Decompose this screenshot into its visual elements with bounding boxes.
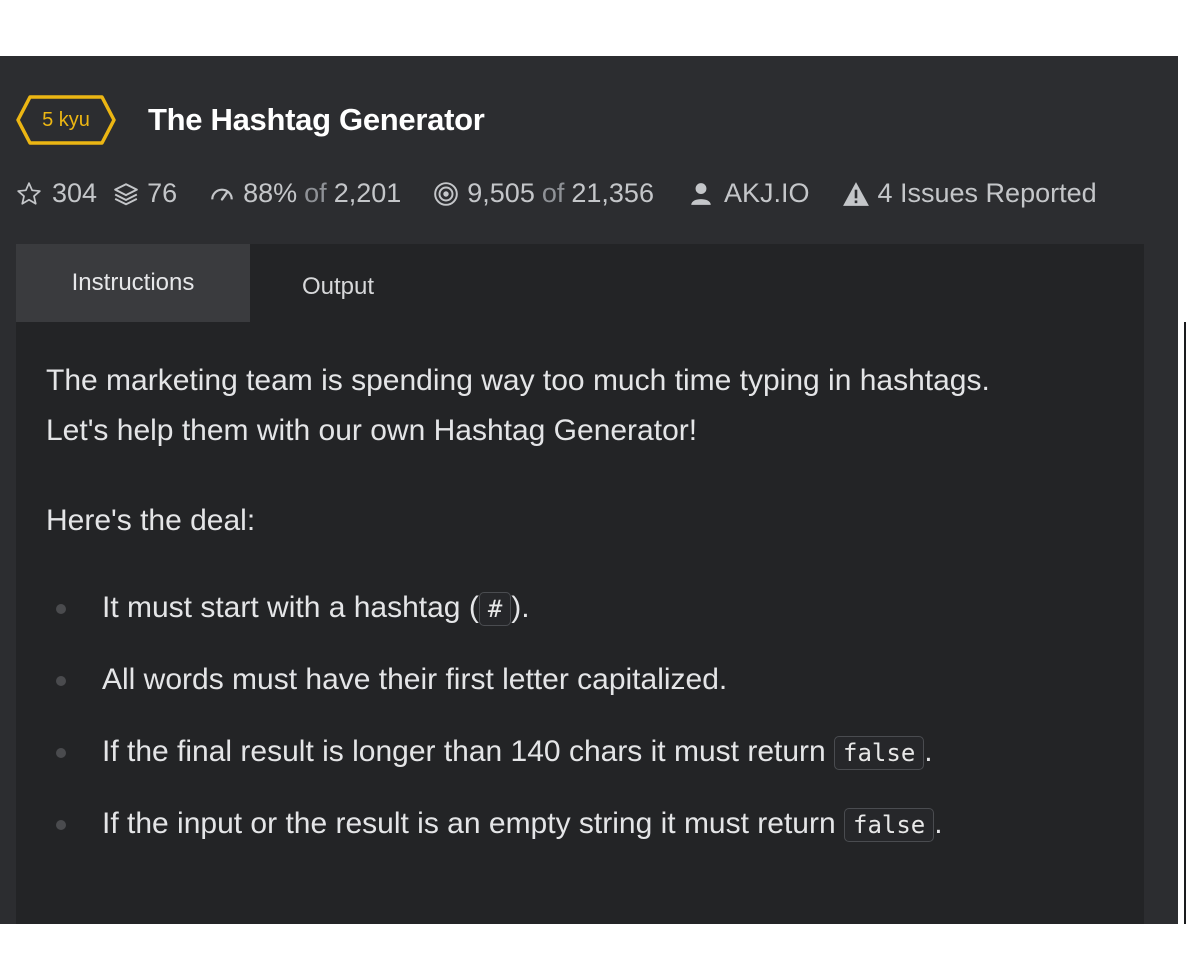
rank-badge: 5 kyu <box>16 94 116 146</box>
satisfaction-of: of <box>304 178 327 208</box>
attempts-count: 21,356 <box>571 178 654 208</box>
intro-line-2: Let's help them with our own Hashtag Gen… <box>46 414 698 447</box>
list-item: If the final result is longer than 140 c… <box>46 730 1116 802</box>
rule-text-end: ). <box>511 591 530 624</box>
inline-code: false <box>834 736 925 770</box>
rules-list: It must start with a hashtag (#). All wo… <box>46 586 1116 874</box>
rule-text: If the input or the result is an empty s… <box>102 807 844 840</box>
list-item: All words must have their first letter c… <box>46 658 1116 730</box>
target-icon <box>434 181 459 206</box>
completed-stat: 9,505 of 21,356 <box>433 178 654 209</box>
author-name: AKJ.IO <box>723 178 810 208</box>
bullet-icon <box>56 604 66 614</box>
deal-heading: Here's the deal: <box>46 504 256 537</box>
inline-code: false <box>844 808 935 842</box>
stars-stat[interactable]: 304 <box>16 178 97 209</box>
tab-instructions[interactable]: Instructions <box>16 244 250 322</box>
warning-icon <box>842 181 869 206</box>
kata-header: 5 kyu The Hashtag Generator <box>16 94 485 146</box>
tab-bar: Instructions Output <box>16 244 1144 322</box>
bullet-icon <box>56 748 66 758</box>
rule-text-end: . <box>924 735 933 768</box>
satisfaction-votes: 2,201 <box>333 178 402 208</box>
collections-stat[interactable]: 76 <box>113 178 177 209</box>
inline-code: # <box>478 592 512 626</box>
gauge-icon <box>211 188 233 201</box>
star-outline-icon <box>17 181 41 205</box>
stars-count: 304 <box>52 178 98 208</box>
tab-output[interactable]: Output <box>250 244 426 326</box>
bullet-icon <box>56 820 66 830</box>
rule-text-end: . <box>934 807 943 840</box>
user-icon <box>691 182 711 205</box>
completed-of: of <box>541 178 565 208</box>
layers-icon <box>114 182 138 205</box>
intro-line-1: The marketing team is spending way too m… <box>46 364 990 397</box>
rule-text: All words must have their first letter c… <box>102 663 728 696</box>
satisfaction-percent: 88% <box>243 178 298 208</box>
bullet-icon <box>56 676 66 686</box>
author-stat[interactable]: AKJ.IO <box>688 178 810 209</box>
description-box: Instructions Output The marketing team i… <box>16 244 1144 924</box>
instructions-content: The marketing team is spending way too m… <box>46 356 1116 874</box>
rank-label: 5 kyu <box>42 108 90 131</box>
list-item: If the input or the result is an empty s… <box>46 802 1116 874</box>
rule-text: If the final result is longer than 140 c… <box>102 735 835 768</box>
satisfaction-stat: 88% of 2,201 <box>209 178 401 209</box>
issues-stat[interactable]: 4 Issues Reported <box>842 178 1097 209</box>
kata-stats: 304 76 88% of 2,201 9,505 of 21,356 AKJ.… <box>16 178 1097 209</box>
list-item: It must start with a hashtag (#). <box>46 586 1116 658</box>
kata-title[interactable]: The Hashtag Generator <box>148 102 485 138</box>
rule-text: It must start with a hashtag ( <box>102 591 479 624</box>
completed-count: 9,505 <box>467 178 535 208</box>
collections-count: 76 <box>147 178 178 208</box>
issues-label: 4 Issues Reported <box>877 178 1097 208</box>
